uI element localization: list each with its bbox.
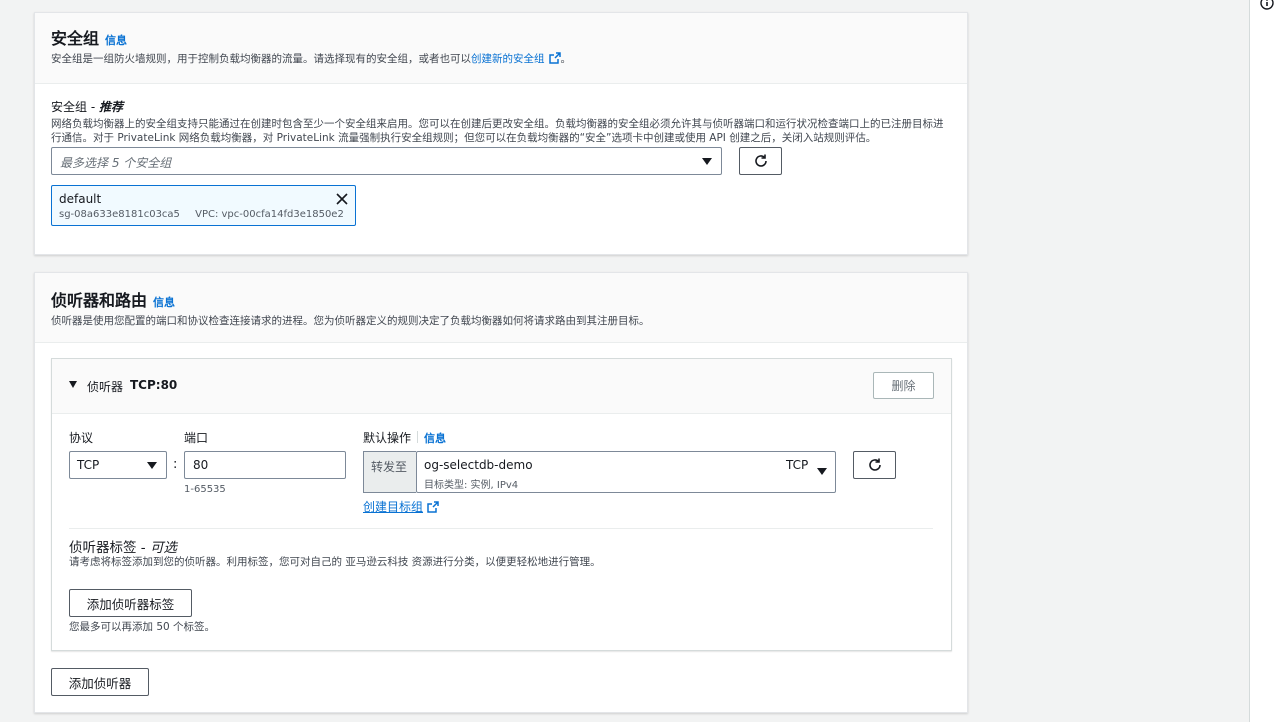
security-groups-info-link[interactable]: 信息 [105, 34, 127, 47]
refresh-security-groups-button[interactable] [739, 147, 782, 175]
port-label: 端口 [184, 431, 209, 445]
security-groups-title-row: 安全组 信息 [51, 29, 951, 49]
refresh-icon [754, 154, 767, 167]
listener-title[interactable]: 侦听器 [87, 378, 123, 395]
security-groups-title: 安全组 [51, 29, 100, 48]
external-link-icon[interactable] [548, 52, 561, 64]
target-group-name: og-selectdb-demo [424, 458, 533, 472]
protocol-value: TCP [77, 458, 100, 472]
caret-down-icon[interactable] [69, 381, 77, 388]
create-target-group-link[interactable]: 创建目标组 [363, 500, 423, 514]
add-listener-button[interactable]: 添加侦听器 [51, 668, 149, 696]
listeners-title-row: 侦听器和路由 信息 [51, 291, 951, 311]
listener-id: TCP:80 [130, 378, 178, 392]
selected-security-group-token: default sg-08a633e8181c03ca5 VPC: vpc-00… [51, 185, 356, 226]
field-label-text: 安全组 - [51, 100, 99, 114]
security-groups-field-label: 安全组 - 推荐 [51, 99, 951, 115]
security-groups-select[interactable]: 最多选择 5 个安全组 [51, 147, 722, 175]
protocol-port-separator: : [173, 457, 178, 472]
listener-tags-help: 请考虑将标签添加到您的侦听器。利用标签，您可对自己的 亚马逊云科技 资源进行分类… [69, 556, 601, 568]
security-groups-select-placeholder: 最多选择 5 个安全组 [60, 156, 172, 170]
external-link-icon[interactable] [427, 501, 439, 513]
listeners-info-link[interactable]: 信息 [153, 296, 175, 309]
target-group-protocol: TCP [786, 458, 809, 472]
create-security-group-link[interactable]: 创建新的安全组 [471, 53, 545, 65]
forward-to-addon: 转发至 [363, 451, 416, 493]
listeners-panel: 侦听器和路由 信息 侦听器是使用您配置的端口和协议检查连接请求的进程。您为侦听器定… [34, 272, 968, 713]
tags-label-emphasis: 可选 [149, 540, 177, 556]
default-action-label-text: 默认操作 [363, 431, 412, 445]
info-icon[interactable] [1260, 0, 1274, 10]
security-groups-description-text: 安全组是一组防火墙规则，用于控制负载均衡器的流量。请选择现有的安全组，或者也可以 [51, 53, 471, 65]
create-target-group-row: 创建目标组 [363, 498, 439, 515]
caret-down-icon [702, 158, 712, 165]
target-group-meta: 目标类型: 实例, IPv4 [424, 480, 519, 491]
token-meta: sg-08a633e8181c03ca5 VPC: vpc-00cfa14fd3… [59, 209, 344, 220]
close-icon[interactable] [336, 193, 348, 205]
port-hint: 1-65535 [184, 484, 226, 495]
caret-down-icon [147, 462, 157, 469]
security-groups-field: 安全组 - 推荐 网络负载均衡器上的安全组支持只能通过在创建时包含至少一个安全组… [51, 99, 951, 145]
refresh-target-groups-button[interactable] [853, 451, 896, 479]
listener-card-header: 侦听器 TCP:80 删除 [52, 359, 951, 414]
default-action-separator [417, 431, 419, 443]
target-group-select[interactable]: og-selectdb-demo TCP 目标类型: 实例, IPv4 [416, 451, 836, 493]
listener-tags-label: 侦听器标签 - 可选 [69, 536, 177, 556]
token-id: sg-08a633e8181c03ca5 [59, 209, 180, 220]
listeners-description: 侦听器是使用您配置的端口和协议检查连接请求的进程。您为侦听器定义的规则决定了负载… [51, 315, 650, 327]
delete-listener-button[interactable]: 删除 [873, 372, 934, 399]
default-action-label: 默认操作 信息 [363, 430, 446, 447]
field-label-emphasis: 推荐 [98, 100, 123, 114]
forward-to-text: 转发至 [371, 460, 408, 474]
protocol-select[interactable]: TCP [69, 451, 167, 479]
port-input[interactable]: 80 [184, 451, 346, 479]
token-vpc: VPC: vpc-00cfa14fd3e1850e2 [195, 209, 344, 220]
tag-limit-text: 您最多可以再添加 50 个标签。 [69, 621, 216, 633]
security-groups-field-help: 网络负载均衡器上的安全组支持只能通过在创建时包含至少一个安全组来启用。您可以在创… [51, 118, 944, 144]
security-groups-header: 安全组 信息 安全组是一组防火墙规则，用于控制负载均衡器的流量。请选择现有的安全组… [35, 13, 967, 84]
security-groups-description-suffix: 。 [560, 53, 572, 65]
security-groups-description: 安全组是一组防火墙规则，用于控制负载均衡器的流量。请选择现有的安全组，或者也可以… [51, 52, 951, 67]
add-listener-tag-button[interactable]: 添加侦听器标签 [69, 589, 192, 617]
listener-divider [69, 528, 933, 529]
refresh-icon [868, 458, 881, 471]
default-action-info-link[interactable]: 信息 [424, 432, 446, 445]
caret-down-icon [817, 468, 827, 475]
listeners-header: 侦听器和路由 信息 侦听器是使用您配置的端口和协议检查连接请求的进程。您为侦听器定… [35, 273, 967, 343]
protocol-label: 协议 [69, 431, 94, 445]
listener-card: 侦听器 TCP:80 删除 协议 TCP : 端口 80 1-65535 默认操… [51, 358, 952, 651]
port-value: 80 [193, 458, 209, 472]
token-name: default [59, 192, 102, 206]
right-help-rail [1249, 0, 1280, 722]
tags-label-text: 侦听器标签 - [69, 540, 150, 556]
listeners-title: 侦听器和路由 [51, 291, 148, 310]
